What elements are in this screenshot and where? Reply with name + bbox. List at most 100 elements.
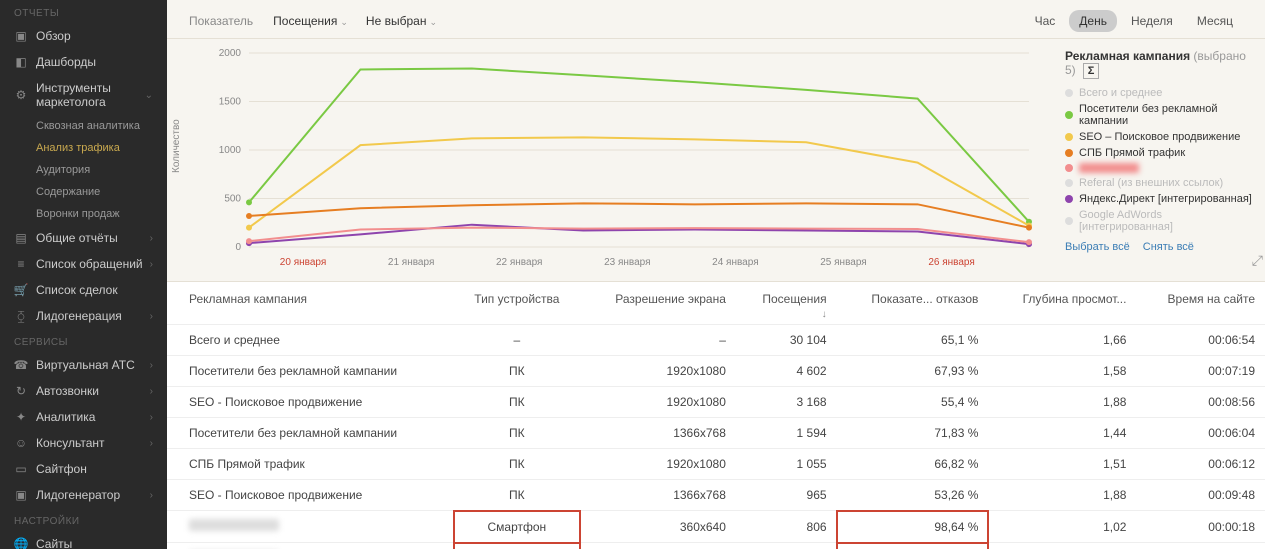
leadgen-icon: ▣ [14,488,28,502]
cell-time: 00:07:19 [1136,356,1265,387]
legend-item-referal[interactable]: Referal (из внешних ссылок) [1065,175,1257,191]
cell-resolution: 1920x1080 [580,449,736,480]
svg-text:23 января: 23 января [604,257,650,268]
sidebar-item-virtual-pbx[interactable]: ☎Виртуальная АТС› [0,352,167,378]
cell-visits: 30 104 [736,325,837,356]
second-metric-select[interactable]: Не выбран⌄ [366,14,437,28]
phone-icon: ☎ [14,358,28,372]
sidebar-sub-sales-funnels[interactable]: Воронки продаж [0,203,167,225]
cell-bounce: 67,93 % [837,356,989,387]
cell-bounce: 65,1 % [837,325,989,356]
cell-resolution: 1366x768 [580,480,736,511]
legend-item-blurred[interactable] [1065,161,1257,175]
deselect-all-link[interactable]: Снять всё [1143,241,1194,253]
legend-item-google[interactable]: Google AdWords [интегрированная] [1065,207,1257,235]
cell-visits: 1 055 [736,449,837,480]
sidebar-item-deals-list[interactable]: 🛒Список сделок [0,277,167,303]
chevron-right-icon: › [150,412,153,423]
sidebar-item-sites[interactable]: 🌐Сайты [0,531,167,549]
cell-depth: 1,44 [988,418,1136,449]
period-day[interactable]: День [1069,10,1117,32]
sidebar-item-analytics[interactable]: ✦Аналитика› [0,404,167,430]
sidebar-group-reports: ОТЧЕТЫ [0,0,167,23]
chevron-right-icon: › [150,360,153,371]
expand-icon[interactable]: ⤢ [1252,252,1263,269]
legend-item-no-campaign[interactable]: Посетители без рекламной кампании [1065,101,1257,129]
cell-device: ПК [454,418,580,449]
sidebar-item-overview[interactable]: ▣Обзор [0,23,167,49]
svg-text:2000: 2000 [219,48,242,59]
table-row[interactable]: Смартфон360x740738100 %1,0000:00:06 [167,543,1265,549]
sidebar-item-lead-gen[interactable]: ⧲Лидогенерация› [0,303,167,329]
cell-depth: 1,58 [988,356,1136,387]
period-week[interactable]: Неделя [1121,10,1183,32]
cell-device: Смартфон [454,511,580,543]
svg-text:1500: 1500 [219,97,242,108]
th-resolution[interactable]: Разрешение экрана [580,282,736,325]
cell-device: ПК [454,480,580,511]
period-hour[interactable]: Час [1025,10,1066,32]
th-device[interactable]: Тип устройства [454,282,580,325]
cell-bounce: 71,83 % [837,418,989,449]
legend-item-seo[interactable]: SEO – Поисковое продвижение [1065,129,1257,145]
th-visits[interactable]: Посещения↓ [736,282,837,325]
table-row[interactable]: SEO - Поисковое продвижениеПК1366x768965… [167,480,1265,511]
sort-desc-icon: ↓ [822,309,827,320]
chevron-down-icon: ⌄ [340,17,348,27]
cell-bounce: 98,64 % [837,511,989,543]
sidebar-item-marketing-tools[interactable]: ⚙Инструменты маркетолога⌄ [0,75,167,115]
legend-select-links: Выбрать всё Снять всё [1065,235,1257,253]
table-row[interactable]: СПБ Прямой трафикПК1920x10801 05566,82 %… [167,449,1265,480]
chart-row: Количество 050010001500200020 января21 я… [167,39,1265,282]
table-row[interactable]: Всего и среднее––30 10465,1 %1,6600:06:5… [167,325,1265,356]
cell-depth: 1,88 [988,387,1136,418]
th-campaign[interactable]: Рекламная кампания [167,282,454,325]
svg-text:24 января: 24 января [712,257,758,268]
select-all-link[interactable]: Выбрать всё [1065,241,1130,253]
analytics-icon: ✦ [14,410,28,424]
sidebar-item-dashboards[interactable]: ◧Дашборды [0,49,167,75]
th-depth[interactable]: Глубина просмот... [988,282,1136,325]
cell-bounce: 66,82 % [837,449,989,480]
chevron-down-icon: ⌄ [145,90,153,101]
data-table-wrap: Рекламная кампания Тип устройства Разреш… [167,282,1265,549]
table-row[interactable]: SEO - Поисковое продвижениеПК1920x10803 … [167,387,1265,418]
sidebar-item-autocalls[interactable]: ↻Автозвонки› [0,378,167,404]
cell-campaign: SEO - Поисковое продвижение [167,387,454,418]
cart-icon: 🛒 [14,283,28,297]
tools-icon: ⚙ [14,88,28,102]
sidebar-sub-traffic-analysis[interactable]: Анализ трафика [0,137,167,159]
cell-bounce: 55,4 % [837,387,989,418]
chart-area: Количество 050010001500200020 января21 я… [167,43,1065,273]
legend-title: Рекламная кампания (выбрано 5) Σ [1065,49,1257,79]
cell-time: 00:09:48 [1136,480,1265,511]
table-row[interactable]: Посетители без рекламной кампанииПК1366x… [167,418,1265,449]
period-month[interactable]: Месяц [1187,10,1243,32]
sidebar-group-settings: НАСТРОЙКИ [0,508,167,531]
cell-bounce: 100 % [837,543,989,549]
legend-item-total[interactable]: Всего и среднее [1065,85,1257,101]
th-bounce[interactable]: Показате... отказов [837,282,989,325]
sidebar-item-consultant[interactable]: ☺Консультант› [0,430,167,456]
sidebar-sub-cross-analytics[interactable]: Сквозная аналитика [0,115,167,137]
legend-item-yandex[interactable]: Яндекс.Директ [интегрированная] [1065,191,1257,207]
cell-campaign: Посетители без рекламной кампании [167,356,454,387]
magnet-icon: ⧲ [14,309,28,323]
cell-depth: 1,66 [988,325,1136,356]
sigma-button[interactable]: Σ [1083,63,1099,79]
cell-visits: 965 [736,480,837,511]
sidebar-item-requests-list[interactable]: ≡Список обращений› [0,251,167,277]
table-row[interactable]: Посетители без рекламной кампанииПК1920x… [167,356,1265,387]
cell-visits: 4 602 [736,356,837,387]
sidebar-sub-content[interactable]: Содержание [0,181,167,203]
svg-text:20 января: 20 января [280,257,326,268]
sidebar-sub-audience[interactable]: Аудитория [0,159,167,181]
metric-select[interactable]: Посещения⌄ [273,14,348,28]
sidebar-item-lead-generator[interactable]: ▣Лидогенератор› [0,482,167,508]
legend-item-spb[interactable]: СПБ Прямой трафик [1065,145,1257,161]
table-row[interactable]: Смартфон360x64080698,64 %1,0200:00:18 [167,511,1265,543]
sidebar-item-general-reports[interactable]: ▤Общие отчёты› [0,225,167,251]
sidebar-item-sitephone[interactable]: ▭Сайтфон [0,456,167,482]
th-time[interactable]: Время на сайте [1136,282,1265,325]
cell-time: 00:06:04 [1136,418,1265,449]
